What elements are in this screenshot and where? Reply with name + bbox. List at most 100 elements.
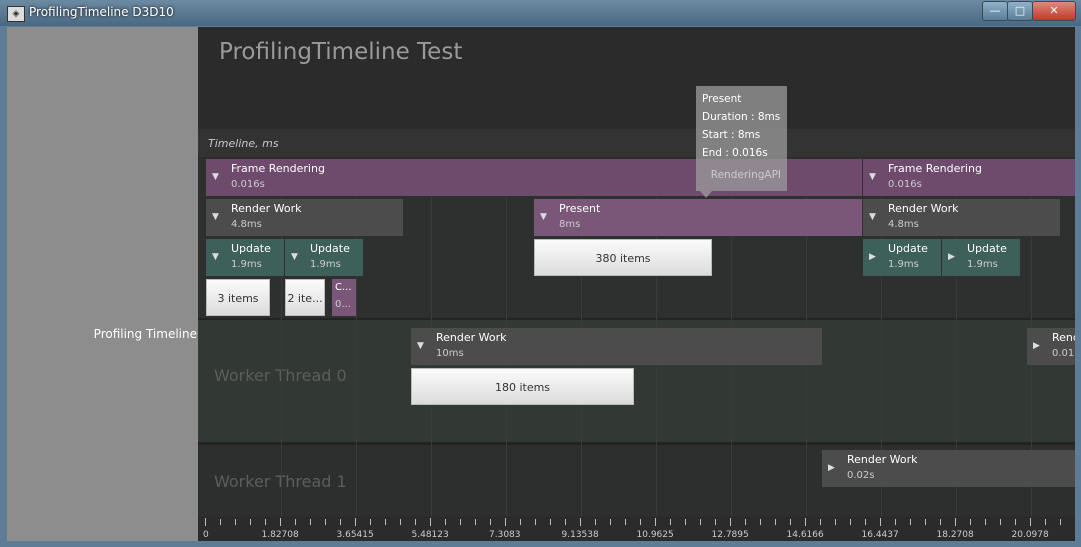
render-work-block[interactable]: ▼ Render Work 4.8ms [863,199,1060,236]
ruler-tick [475,519,476,525]
ruler-tick [325,519,326,525]
ruler-tick [580,518,581,526]
items-group[interactable]: 2 ite... [285,279,325,316]
expand-triangle-icon[interactable]: ▼ [540,212,547,222]
ruler-tick [385,519,386,525]
present-tooltip: Present Duration : 8ms Start : 8ms End :… [696,86,787,191]
ruler-tick-label: 5.48123 [411,530,449,540]
update-block[interactable]: ▼ Update 1.9ms [285,239,363,276]
items-group[interactable]: 380 items [534,239,712,276]
timeline-label: Timeline, ms [208,137,279,150]
block-name: Rend [1052,331,1075,344]
ruler-tick-label: 18.2708 [936,530,974,540]
time-ruler[interactable]: 0 1.82708 3.65415 5.48123 7.3083 9.13538 10.96… [198,516,1075,541]
ruler-tick [775,519,776,525]
ruler-tick [1030,518,1031,526]
block-name: Present [559,202,601,215]
ruler-tick [760,519,761,525]
block-name: Render Work [888,202,959,215]
ruler-tick [235,519,236,525]
items-group[interactable]: 3 items [206,279,270,316]
expand-triangle-icon[interactable]: ▼ [212,172,219,182]
tooltip-duration: Duration : 8ms [702,111,781,123]
ruler-tick [685,519,686,525]
block-duration: 1.9ms [231,259,262,270]
block-name: Frame Rendering [231,162,325,175]
ruler-tick-label: 10.9625 [636,530,674,540]
profiling-timeline-label: Profiling Timeline [93,327,197,341]
expand-triangle-icon[interactable]: ▼ [869,212,876,222]
expand-triangle-icon[interactable]: ▼ [417,341,424,351]
block-name: Render Work [231,202,302,215]
block-duration: 0.016s [888,179,922,190]
block-duration: 4.8ms [231,219,262,230]
ruler-tick [310,519,311,525]
ruler-tick [985,519,986,525]
timeline-header: Timeline, ms [198,129,1075,157]
ruler-tick [430,518,431,526]
client-area: Profiling Timeline ProfilingTimeline Tes… [7,27,1075,541]
block-duration: 0.02s [847,470,875,481]
expand-triangle-icon[interactable]: ▼ [212,212,219,222]
ruler-tick [970,519,971,525]
minimize-button[interactable]: — [982,1,1008,21]
ruler-tick [955,518,956,526]
block-duration: 0.01 [1052,348,1075,359]
collapse-triangle-icon[interactable]: ▶ [948,252,955,262]
frame-rendering-block[interactable]: ▼ Frame Rendering 0.016s [863,159,1075,196]
ruler-tick [640,519,641,525]
ruler-tick [595,519,596,525]
ruler-tick [370,519,371,525]
ruler-tick [445,519,446,525]
left-pane: Profiling Timeline [7,27,198,541]
update-block[interactable]: ▶ Update 1.9ms [942,239,1020,276]
tooltip-tail [700,191,712,198]
small-block[interactable]: C... 0... [332,279,356,316]
ruler-tick [295,519,296,525]
update-block[interactable]: ▶ Update 1.9ms [863,239,941,276]
ruler-tick [250,519,251,525]
ruler-tick [550,519,551,525]
ruler-tick [805,518,806,526]
ruler-tick [865,519,866,525]
ruler-tick [340,519,341,525]
present-block[interactable]: ▼ Present 8ms [534,199,862,236]
ruler-tick-label: 16.4437 [861,530,899,540]
ruler-tick [400,519,401,525]
block-name: C... [335,282,352,293]
render-work-block[interactable]: ▼ Render Work 4.8ms [206,199,403,236]
render-work-block[interactable]: ▶ Rend 0.01 [1027,328,1075,365]
block-name: Frame Rendering [888,162,982,175]
ruler-tick [655,518,656,526]
ruler-tick [910,519,911,525]
collapse-triangle-icon[interactable]: ▶ [869,252,876,262]
tooltip-start: Start : 8ms [702,129,761,141]
block-duration: 1.9ms [967,259,998,270]
collapse-triangle-icon[interactable]: ▶ [828,463,835,473]
ruler-tick [850,519,851,525]
items-group[interactable]: 180 items [411,368,634,405]
block-duration: 0... [335,299,351,310]
ruler-tick-label: 1.82708 [261,530,299,540]
maximize-button[interactable]: □ [1007,1,1033,21]
block-duration: 1.9ms [888,259,919,270]
expand-triangle-icon[interactable]: ▼ [869,172,876,182]
update-block[interactable]: ▼ Update 1.9ms [206,239,284,276]
block-name: Update [967,242,1007,255]
close-button[interactable]: ✕ [1032,1,1076,21]
block-name: Update [231,242,271,255]
ruler-tick [280,518,281,526]
ruler-tick [940,519,941,525]
expand-triangle-icon[interactable]: ▼ [291,252,298,262]
render-work-block[interactable]: ▼ Render Work 10ms [411,328,822,365]
ruler-tick [625,519,626,525]
collapse-triangle-icon[interactable]: ▶ [1033,341,1040,351]
ruler-tick [610,519,611,525]
expand-triangle-icon[interactable]: ▼ [212,252,219,262]
ruler-tick [520,519,521,525]
ruler-tick [835,519,836,525]
render-work-block[interactable]: ▶ Render Work 0.02s [822,450,1075,487]
ruler-tick [265,519,266,525]
ruler-tick [790,519,791,525]
window-titlebar[interactable]: ◈ ProfilingTimeline D3D10 — □ ✕ [0,0,1081,26]
